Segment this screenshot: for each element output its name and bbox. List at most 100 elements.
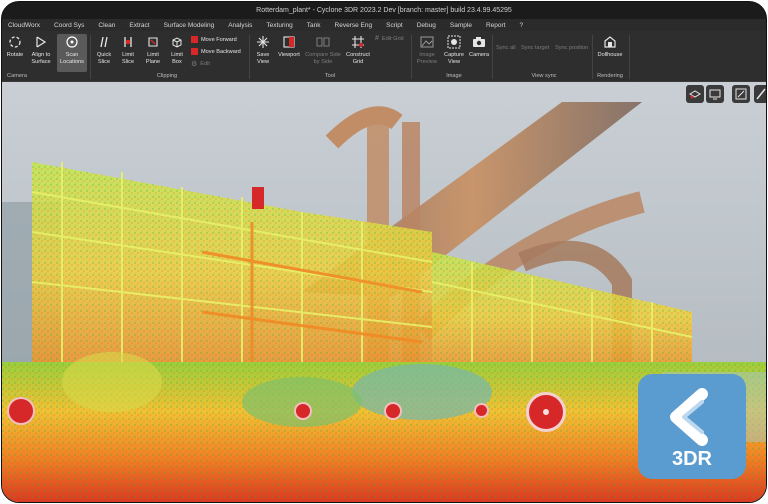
dollhouse-icon: [602, 34, 618, 50]
sync-all-button[interactable]: Sync all: [496, 45, 516, 51]
menu-item-report[interactable]: Report: [479, 22, 513, 29]
ribbon-separator: [411, 35, 412, 79]
construct-grid-label: Construct Grid: [346, 52, 370, 65]
viewport-edit-button[interactable]: [732, 85, 750, 103]
align-to-surface-button[interactable]: Align to Surface: [28, 34, 54, 72]
menu-item-sample[interactable]: Sample: [443, 22, 479, 29]
scan-locations-label: Scan Locations: [60, 52, 84, 65]
image-preview-icon: [419, 34, 435, 50]
viewport-button[interactable]: Viewport: [276, 34, 302, 72]
scan-location-marker-selected[interactable]: [526, 392, 566, 432]
construct-grid-button[interactable]: Construct Grid: [344, 34, 372, 72]
menu-item-clean[interactable]: Clean: [91, 22, 122, 29]
scan-location-marker[interactable]: [384, 402, 402, 420]
capture-view-icon: [446, 34, 462, 50]
ribbon: Rotate Align to Surface Scan Locations C…: [2, 31, 766, 82]
clipping-group-label: Clipping: [156, 73, 178, 79]
menu-item-analysis[interactable]: Analysis: [221, 22, 259, 29]
save-view-button[interactable]: Save View: [253, 34, 273, 72]
edit-clipping-button[interactable]: ⚙ Edit: [191, 60, 210, 68]
sync-target-label: Sync target: [521, 45, 550, 51]
rotate-button[interactable]: Rotate: [5, 34, 25, 72]
menu-item-reverse-eng[interactable]: Reverse Eng: [328, 22, 380, 29]
limit-plane-icon: [145, 34, 161, 50]
limit-slice-button[interactable]: Limit Slice: [117, 34, 139, 72]
ribbon-separator: [492, 35, 493, 79]
quick-slice-icon: [96, 34, 112, 50]
view-sync-group-label: View sync: [531, 73, 557, 79]
viewport-icon: [281, 34, 297, 50]
title-bar: Rotterdam_plant* - Cyclone 3DR 2023.2 De…: [2, 2, 766, 19]
edit-grid-button[interactable]: # Edit Grid: [375, 35, 404, 42]
align-to-surface-label: Align to Surface: [31, 52, 51, 65]
ruler-icon: [756, 88, 766, 100]
image-preview-button[interactable]: Image Preview: [415, 34, 439, 72]
edit-grid-icon: #: [375, 35, 379, 42]
grid-icon: [350, 34, 366, 50]
viewport-measure-button[interactable]: [754, 85, 766, 103]
dollhouse-label: Dollhouse: [597, 52, 623, 58]
app-logo: 3DR: [638, 374, 746, 479]
sync-all-label: Sync all: [496, 45, 516, 51]
menu-item-tank[interactable]: Tank: [300, 22, 328, 29]
menu-item-cloudworx[interactable]: CloudWorx: [2, 22, 47, 29]
scan-locations-button[interactable]: Scan Locations: [57, 34, 87, 72]
sync-target-button[interactable]: Sync target: [521, 45, 549, 51]
edit-icon: ⚙: [191, 61, 198, 68]
limit-slice-icon: [120, 34, 136, 50]
edit-clipping-label: Edit: [200, 61, 210, 67]
move-backward-button[interactable]: Move Backward: [191, 48, 241, 55]
display-icon: [709, 89, 721, 100]
image-group-label: Image: [446, 73, 462, 79]
menu-item-coord-sys[interactable]: Coord Sys: [47, 22, 91, 29]
limit-slice-label: Limit Slice: [121, 52, 135, 65]
limit-box-icon: [169, 34, 185, 50]
menu-item-surface-modeling[interactable]: Surface Modeling: [157, 22, 222, 29]
move-backward-label: Move Backward: [201, 48, 241, 55]
ribbon-separator: [249, 35, 250, 79]
camera-icon: [471, 34, 487, 50]
sync-position-button[interactable]: Sync position: [555, 45, 588, 51]
quick-slice-label: Quick Slice: [96, 52, 112, 65]
move-forward-button[interactable]: Move Forward: [191, 36, 237, 43]
menu-item-texturing[interactable]: Texturing: [259, 22, 299, 29]
scan-location-marker[interactable]: [7, 397, 35, 425]
tool-group-label: Tool: [324, 73, 336, 79]
menu-item-script[interactable]: Script: [379, 22, 410, 29]
ribbon-separator: [629, 35, 630, 79]
dollhouse-button[interactable]: Dollhouse: [596, 34, 624, 72]
edit-view-icon: [735, 88, 747, 100]
limit-box-button[interactable]: Limit Box: [167, 34, 187, 72]
window-title: Rotterdam_plant* - Cyclone 3DR 2023.2 De…: [256, 7, 512, 14]
menu-item-extract[interactable]: Extract: [122, 22, 156, 29]
edit-grid-label: Edit Grid: [381, 35, 404, 42]
compare-side-by-side-label: Compare Side by Side: [305, 52, 341, 65]
move-forward-icon: [191, 36, 198, 43]
scan-location-marker[interactable]: [474, 403, 489, 418]
move-forward-label: Move Forward: [201, 36, 237, 43]
viewport-view-button[interactable]: [686, 85, 704, 103]
quick-slice-button[interactable]: Quick Slice: [94, 34, 114, 72]
capture-view-button[interactable]: Capture View: [442, 34, 466, 72]
scan-location-marker[interactable]: [294, 402, 312, 420]
align-surface-icon: [33, 34, 49, 50]
camera-label: Camera: [469, 52, 489, 58]
3d-viewport[interactable]: 3DR: [2, 82, 766, 502]
viewport-display-button[interactable]: [706, 85, 724, 103]
scan-locations-icon: [64, 34, 80, 50]
rotate-label: Rotate: [6, 52, 24, 58]
save-view-icon: [255, 34, 271, 50]
logo-text: 3DR: [671, 448, 712, 470]
limit-box-label: Limit Box: [171, 52, 183, 65]
menu-item-help[interactable]: ?: [512, 22, 530, 29]
camera-button[interactable]: Camera: [468, 34, 490, 72]
layers-icon: [689, 90, 701, 99]
limit-plane-label: Limit Plane: [145, 52, 161, 65]
menu-item-debug[interactable]: Debug: [410, 22, 443, 29]
limit-plane-button[interactable]: Limit Plane: [142, 34, 164, 72]
save-view-label: Save View: [256, 52, 270, 65]
capture-view-label: Capture View: [444, 52, 464, 65]
chevron-left-icon: [670, 388, 708, 446]
rotate-icon: [7, 34, 23, 50]
compare-side-by-side-button[interactable]: Compare Side by Side: [304, 34, 342, 72]
